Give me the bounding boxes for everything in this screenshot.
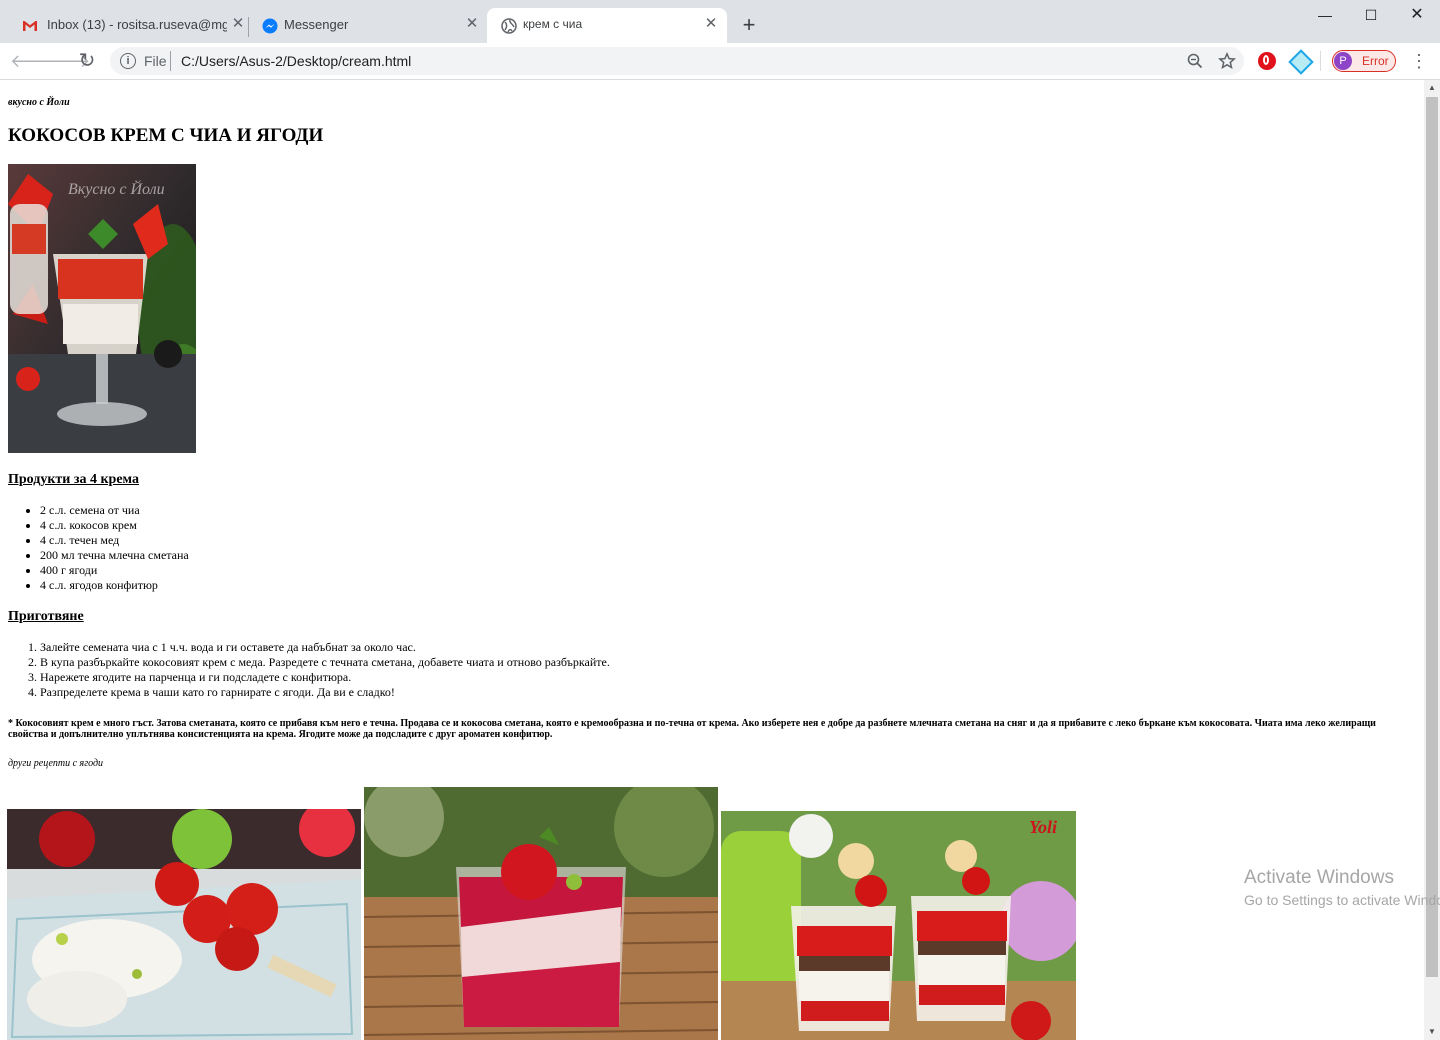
close-tab-icon[interactable]: ✕ [464,16,480,32]
maximize-button[interactable]: ☐ [1348,0,1394,30]
tab-title: Messenger [284,17,349,32]
tab-title: Inbox (13) - rositsa.ruseva@mgbe [47,17,227,32]
tab-gmail[interactable]: Inbox (13) - rositsa.ruseva@mgbe ✕ [8,8,246,43]
list-item: 400 г ягоди [40,563,640,578]
back-button[interactable]: 🡐 [10,49,58,73]
reload-button[interactable]: ↻ [75,49,99,73]
footnote: * Кокосовият крем е много гъст. Затова с… [8,718,1376,740]
list-item: 2 с.л. семена от чиа [40,503,640,518]
site-info-icon[interactable]: i [120,53,136,69]
page-title: КОКОСОВ КРЕМ С ЧИА И ЯГОДИ [8,125,324,146]
activate-windows-subtitle: Go to Settings to activate Windows. [1244,892,1440,908]
ingredients-heading: Продукти за 4 крема [8,472,139,487]
tagline: вкусно с Йоли [8,97,70,108]
close-tab-icon[interactable]: ✕ [703,16,719,32]
list-item: 4 с.л. кокосов крем [40,518,640,533]
tab-cream-recipe[interactable]: крем с чиа ✕ [487,8,727,43]
tab-messenger[interactable]: Messenger ✕ [248,8,486,43]
globe-icon [501,18,517,34]
new-tab-button[interactable]: + [740,14,758,36]
recipe-photo: Вкусно с Йоли [8,164,196,453]
related-recipe-photo-3[interactable]: Yoli [721,811,1076,1040]
list-item: 4 с.л. течен мед [40,533,640,548]
scroll-up-arrow-icon[interactable]: ▲ [1424,80,1440,96]
tab-strip: Inbox (13) - rositsa.ruseva@mgbe ✕ Messe… [0,0,1440,43]
menu-dots-icon[interactable]: ⋮ [1410,50,1428,72]
bookmark-star-icon[interactable] [1218,52,1236,70]
list-item: Залейте семената чиа с 1 ч.ч. вода и ги … [40,640,940,655]
zoom-icon[interactable] [1186,52,1204,70]
forward-button[interactable]: 🡒 [42,49,90,73]
avatar: P [1334,52,1352,70]
method-heading: Приготвяне [8,609,84,624]
activate-windows-title: Activate Windows [1244,867,1394,888]
page-viewport: вкусно с Йоли КОКОСОВ КРЕМ С ЧИА И ЯГОДИ [0,80,1424,1040]
photo-watermark: Вкусно с Йоли [68,179,165,198]
toolbar-separator [1320,51,1321,71]
scrollbar-thumb[interactable] [1426,97,1438,977]
list-item: 200 мл течна млечна сметана [40,548,640,563]
list-item: 4 с.л. ягодов конфитюр [40,578,640,593]
url-text[interactable]: C:/Users/Asus-2/Desktop/cream.html [181,53,411,69]
list-item: Нарежете ягодите на парченца и ги подсла… [40,670,940,685]
close-window-button[interactable]: ✕ [1394,0,1440,30]
related-recipe-photo-2[interactable] [364,787,718,1040]
list-item: Разпределете крема в чаши като го гарнир… [40,685,940,700]
gmail-icon [23,21,37,31]
profile-status-label: Error [1362,54,1389,68]
tab-title: крем с чиа [523,17,583,31]
adblock-extension-icon[interactable] [1258,52,1276,70]
messenger-icon [262,18,278,34]
other-recipes-label: други рецепти с ягоди [8,758,104,769]
ingredients-list: 2 с.л. семена от чиа 4 с.л. кокосов крем… [0,503,640,593]
close-tab-icon[interactable]: ✕ [230,16,246,32]
yoli-logo: Yoli [1029,817,1057,837]
scroll-down-arrow-icon[interactable]: ▼ [1424,1024,1440,1040]
url-separator [170,51,171,71]
url-scheme-label: File [144,53,167,69]
minimize-button[interactable]: — [1302,0,1348,30]
method-steps-list: Залейте семената чиа с 1 ч.ч. вода и ги … [0,640,940,700]
related-recipe-photo-1[interactable] [7,809,361,1040]
list-item: В купа разбъркайте кокосовият крем с мед… [40,655,940,670]
